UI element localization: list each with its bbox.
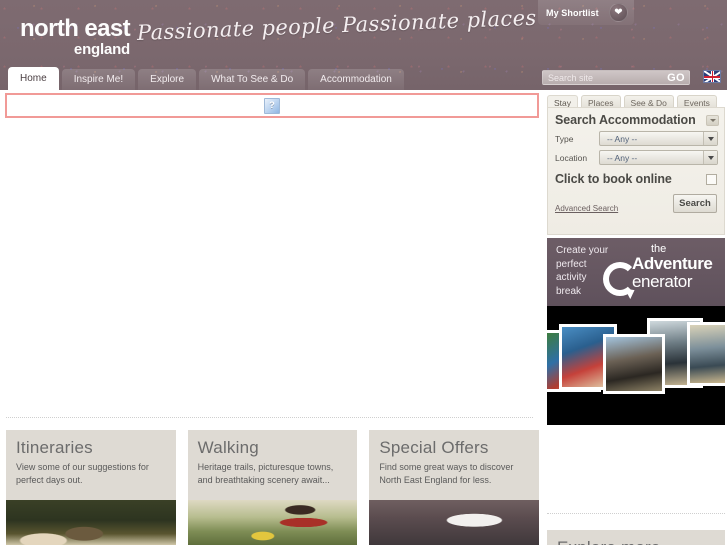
logo-line-2: england [73,41,131,58]
promo-card-row: Itineraries View some of our suggestions… [6,430,540,545]
promo-card-walking[interactable]: Walking Heritage trails, picturesque tow… [187,430,358,545]
type-field-row: Type -- Any -- [548,127,724,146]
chevron-down-icon[interactable] [703,151,717,164]
adventure-generator-tagline: Create your perfect activity break [556,244,608,298]
right-sidebar: Stay Places See & Do Events Search Accom… [545,90,727,545]
promo-card-title: Itineraries [16,438,93,457]
adventure-line-2: perfect [556,258,587,270]
nav-tab-home[interactable]: Home [8,67,59,90]
adventure-word: Adventure [632,254,713,273]
panel-actions-row: Advanced Search Search [548,186,724,213]
nav-tab-accommodation[interactable]: Accommodation [308,69,404,90]
promo-card-description: View some of our suggestions for perfect… [16,462,149,486]
explore-more-card[interactable]: Explore more... Discover itineraries, wa… [547,530,725,545]
collage-photo [603,334,665,394]
promo-card-title: Special Offers [379,438,489,457]
search-input[interactable] [543,71,665,84]
promo-card-itineraries[interactable]: Itineraries View some of our suggestions… [6,430,176,545]
book-online-label: Click to book online [555,172,672,186]
logo-line-1: north east [20,15,131,42]
collage-photo [687,322,725,386]
site-tagline: Passionate people Passionate places [136,5,538,45]
search-button[interactable]: Search [673,194,717,213]
main-navigation: Home Inspire Me! Explore What To See & D… [0,67,407,90]
broken-image-icon: ? [264,97,280,114]
promo-card-image [187,500,358,545]
generator-word: enerator [632,272,693,291]
adventure-generator-header: Create your perfect activity break the A… [547,238,725,306]
adventure-line-4: break [556,285,582,297]
location-select-value: -- Any -- [607,152,638,163]
chevron-down-icon[interactable] [706,114,719,126]
my-shortlist-label: My Shortlist [546,7,599,18]
location-field-label: Location [555,152,588,163]
adventure-generator-photo-collage [547,306,725,425]
site-logo[interactable]: north east england [20,15,131,58]
my-shortlist-button[interactable]: My Shortlist ❤ [538,0,634,25]
promo-card-image [6,500,176,545]
chevron-down-icon[interactable] [703,132,717,145]
book-online-row: Click to book online [548,165,724,186]
adventure-generator-banner[interactable]: Create your perfect activity break the A… [547,238,725,425]
content-divider [6,417,533,418]
nav-tab-what-to-see-and-do[interactable]: What To See & Do [199,69,306,90]
type-field-label: Type [555,133,574,144]
type-select[interactable]: -- Any -- [599,131,718,146]
location-select[interactable]: -- Any -- [599,150,718,165]
heart-icon[interactable]: ❤ [609,3,628,22]
panel-title: Search Accommodation [555,113,696,127]
nav-tab-inspire-me[interactable]: Inspire Me! [61,69,136,90]
page-root: north east england Passionate people Pas… [0,0,727,545]
broken-image-banner[interactable]: ? [5,93,539,118]
nav-tab-explore[interactable]: Explore [138,69,197,90]
site-header: north east england Passionate people Pas… [0,0,727,90]
sidebar-divider [547,513,725,514]
promo-card-image [369,500,540,545]
adventure-line-3: activity [556,272,587,283]
explore-more-title: Explore more... [547,530,725,545]
search-accommodation-panel: Search Accommodation Type -- Any -- Loca… [547,107,725,235]
location-field-row: Location -- Any -- [548,146,724,165]
book-online-checkbox[interactable] [706,173,717,185]
panel-header: Search Accommodation [548,108,724,127]
promo-card-special-offers[interactable]: Special Offers Find some great ways to d… [369,430,540,545]
advanced-search-link[interactable]: Advanced Search [555,204,618,213]
main-content: ? Itineraries View some of our suggestio… [0,90,545,545]
promo-card-description: Find some great ways to discover North E… [379,462,514,486]
promo-card-description: Heritage trails, picturesque towns, and … [197,462,334,486]
site-search-box[interactable]: GO [542,70,690,85]
type-select-value: -- Any -- [607,133,638,144]
adventure-line-1: Create your [556,245,609,256]
go-button[interactable]: GO [665,72,689,84]
union-jack-flag-icon[interactable] [703,70,721,83]
promo-card-title: Walking [197,438,259,457]
